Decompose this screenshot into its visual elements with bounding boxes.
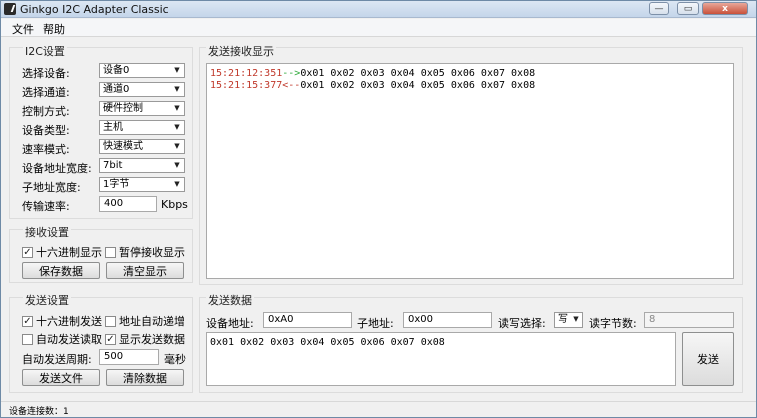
hex-send-checkbox[interactable]: ✓ 十六进制发送 bbox=[22, 313, 102, 329]
control-mode-dropdown[interactable]: 硬件控制 ▼ bbox=[99, 101, 185, 116]
hex-display-checkbox[interactable]: ✓ 十六进制显示 bbox=[22, 244, 102, 260]
title-bar: Ginkgo I2C Adapter Classic — ▭ x bbox=[1, 1, 756, 18]
select-channel-dropdown[interactable]: 通道0 ▼ bbox=[99, 82, 185, 97]
device-address-label: 设备地址: bbox=[206, 317, 254, 330]
save-data-button[interactable]: 保存数据 bbox=[22, 262, 100, 279]
dropdown-arrow-icon: ▼ bbox=[174, 123, 180, 131]
send-settings-title: 发送设置 bbox=[23, 292, 71, 308]
device-address-input[interactable]: 0xA0 bbox=[263, 312, 352, 328]
maximize-button[interactable]: ▭ bbox=[677, 2, 699, 15]
dropdown-arrow-icon: ▼ bbox=[174, 85, 180, 93]
subaddress-width-dropdown[interactable]: 1字节 ▼ bbox=[99, 177, 185, 192]
select-device-label: 选择设备: bbox=[22, 67, 70, 80]
auto-send-read-checkbox[interactable]: 自动发送读取 bbox=[22, 331, 102, 347]
speed-mode-label: 速率模式: bbox=[22, 143, 70, 156]
subaddress-width-label: 子地址宽度: bbox=[22, 181, 81, 194]
receive-log-area[interactable]: 15:21:12:351-->0x01 0x02 0x03 0x04 0x05 … bbox=[206, 63, 734, 279]
checkmark-icon: ✓ bbox=[105, 333, 116, 345]
i2c-settings-title: I2C设置 bbox=[23, 43, 67, 59]
subaddress-label: 子地址: bbox=[357, 317, 394, 330]
read-write-dropdown[interactable]: 写 ▼ bbox=[554, 312, 583, 328]
receive-display-title: 发送接收显示 bbox=[206, 43, 276, 59]
send-payload-text: 0x01 0x02 0x03 0x04 0x05 0x06 0x07 0x08 bbox=[210, 337, 445, 348]
read-byte-count-input[interactable]: 8 bbox=[644, 312, 734, 328]
dropdown-arrow-icon: ▼ bbox=[174, 104, 180, 112]
status-bar: 设备连接数：1 bbox=[1, 401, 756, 417]
address-width-label: 设备地址宽度: bbox=[22, 162, 92, 175]
transfer-rate-input[interactable]: 400 bbox=[99, 196, 157, 212]
address-auto-increment-checkbox[interactable]: 地址自动递增 bbox=[105, 313, 185, 329]
checkmark-icon: ✓ bbox=[22, 315, 33, 327]
close-button[interactable]: x bbox=[702, 2, 748, 15]
address-width-dropdown[interactable]: 7bit ▼ bbox=[99, 158, 185, 173]
app-logo-icon bbox=[4, 3, 16, 15]
menu-bar: 文件 帮助 bbox=[1, 19, 756, 37]
receive-settings-title: 接收设置 bbox=[23, 224, 71, 240]
minimize-icon: — bbox=[654, 3, 664, 14]
maximize-icon: ▭ bbox=[683, 3, 693, 14]
device-type-dropdown[interactable]: 主机 ▼ bbox=[99, 120, 185, 135]
log-line: 15:21:15:377<--0x01 0x02 0x03 0x04 0x05 … bbox=[210, 80, 536, 91]
receive-arrow-icon: <-- bbox=[282, 80, 301, 91]
dropdown-arrow-icon: ▼ bbox=[573, 315, 579, 323]
menu-help[interactable]: 帮助 bbox=[43, 21, 65, 37]
speed-mode-dropdown[interactable]: 快速模式 ▼ bbox=[99, 139, 185, 154]
read-write-label: 读写选择: bbox=[498, 317, 546, 330]
send-arrow-icon: --> bbox=[282, 68, 301, 79]
pause-receive-checkbox[interactable]: 暂停接收显示 bbox=[105, 244, 185, 260]
clear-display-button[interactable]: 清空显示 bbox=[106, 262, 184, 279]
auto-send-period-label: 自动发送周期: bbox=[22, 353, 92, 366]
auto-send-period-input[interactable]: 500 bbox=[99, 349, 159, 365]
select-channel-label: 选择通道: bbox=[22, 86, 70, 99]
send-payload-area[interactable]: 0x01 0x02 0x03 0x04 0x05 0x06 0x07 0x08 bbox=[206, 332, 676, 386]
log-line: 15:21:12:351-->0x01 0x02 0x03 0x04 0x05 … bbox=[210, 68, 536, 79]
clear-data-button[interactable]: 清除数据 bbox=[106, 369, 184, 386]
transfer-rate-unit: Kbps bbox=[161, 198, 188, 211]
send-file-button[interactable]: 发送文件 bbox=[22, 369, 100, 386]
app-window: Ginkgo I2C Adapter Classic — ▭ x 文件 帮助 I… bbox=[0, 0, 757, 418]
period-unit: 毫秒 bbox=[164, 353, 186, 366]
send-button[interactable]: 发送 bbox=[682, 332, 734, 386]
dropdown-arrow-icon: ▼ bbox=[174, 66, 180, 74]
dropdown-arrow-icon: ▼ bbox=[174, 180, 180, 188]
dropdown-arrow-icon: ▼ bbox=[174, 161, 180, 169]
select-device-dropdown[interactable]: 设备0 ▼ bbox=[99, 63, 185, 78]
menu-file[interactable]: 文件 bbox=[12, 21, 34, 37]
window-title: Ginkgo I2C Adapter Classic bbox=[20, 3, 169, 16]
dropdown-arrow-icon: ▼ bbox=[174, 142, 180, 150]
device-type-label: 设备类型: bbox=[22, 124, 70, 137]
minimize-button[interactable]: — bbox=[649, 2, 669, 15]
send-data-title: 发送数据 bbox=[206, 292, 254, 308]
show-send-data-checkbox[interactable]: ✓ 显示发送数据 bbox=[105, 331, 185, 347]
connection-count: 设备连接数：1 bbox=[9, 407, 69, 417]
checkmark-icon: ✓ bbox=[22, 246, 33, 258]
read-byte-count-label: 读字节数: bbox=[589, 317, 637, 330]
control-mode-label: 控制方式: bbox=[22, 105, 70, 118]
subaddress-input[interactable]: 0x00 bbox=[403, 312, 492, 328]
transfer-rate-label: 传输速率: bbox=[22, 200, 70, 213]
close-icon: x bbox=[722, 3, 728, 14]
